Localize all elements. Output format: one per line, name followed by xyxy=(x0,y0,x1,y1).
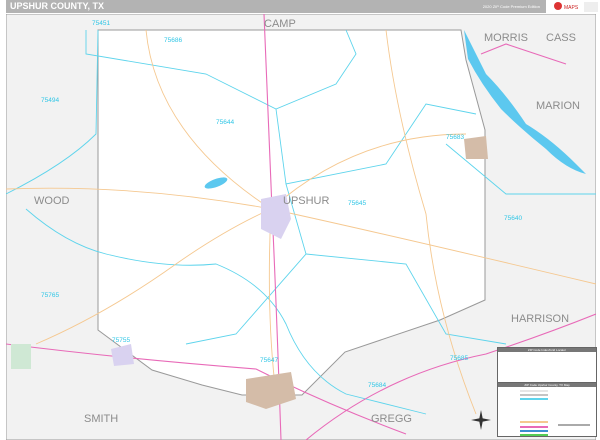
county-label: GREGG xyxy=(371,413,412,425)
title-bar: UPSHUR COUNTY, TX 2020 ZIP Code Premium … xyxy=(6,0,546,13)
zip-index-table xyxy=(498,352,596,383)
county-label: MARION xyxy=(536,100,580,112)
county-label: CASS xyxy=(546,32,576,44)
county-label: WOOD xyxy=(34,195,69,207)
legend-panel: ZIP Code Index/Grid Locator ZIP Code Ups… xyxy=(497,347,597,437)
edition-label: 2020 ZIP Code Premium Edition xyxy=(482,4,540,9)
county-label: CAMP xyxy=(264,18,296,30)
county-label: UPSHUR xyxy=(283,195,330,207)
map-title: UPSHUR COUNTY, TX xyxy=(10,1,105,11)
zip-label: 75686 xyxy=(164,37,182,44)
county-label: HARRISON xyxy=(511,313,569,325)
zip-label: 75755 xyxy=(112,337,130,344)
svg-text:MAPS: MAPS xyxy=(564,5,579,11)
zip-label: 75640 xyxy=(504,215,522,222)
publisher-logo: MAPS xyxy=(548,0,600,14)
zip-label: 75644 xyxy=(216,119,234,126)
zip-label: 75684 xyxy=(368,382,386,389)
county-label: SMITH xyxy=(84,413,118,425)
park-area xyxy=(11,344,31,369)
zip-label: 75451 xyxy=(92,20,110,27)
zip-label: 75683 xyxy=(446,134,464,141)
ore-city xyxy=(464,136,488,159)
legend-symbols xyxy=(520,390,590,436)
zip-label: 75645 xyxy=(348,200,366,207)
zip-label: 75647 xyxy=(260,357,278,364)
county-label: MORRIS xyxy=(484,32,528,44)
zip-label: 75685 xyxy=(450,355,468,362)
zip-label: 75494 xyxy=(41,97,59,104)
zip-label: 75765 xyxy=(41,292,59,299)
